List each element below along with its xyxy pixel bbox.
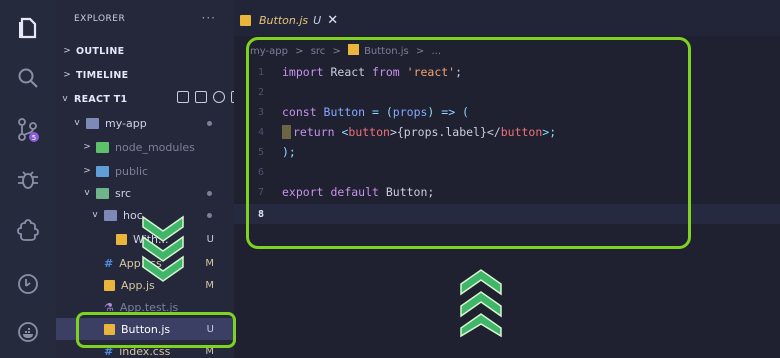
modified-badge: M <box>205 257 214 269</box>
svg-text:5: 5 <box>32 134 36 142</box>
timeline-title: TIMELINE <box>76 69 129 81</box>
explorer-sidebar: EXPLORER ··· > OUTLINE > TIMELINE v REAC… <box>56 0 243 358</box>
outline-title: OUTLINE <box>76 45 125 57</box>
activity-bar: 5 <box>0 0 56 358</box>
search-icon[interactable] <box>14 64 42 92</box>
modified-dot-icon <box>207 190 212 196</box>
chevron-down-icon: v <box>92 210 98 220</box>
docker-icon[interactable] <box>14 318 42 346</box>
outline-section[interactable]: > OUTLINE <box>56 40 234 62</box>
chevron-down-icon: v <box>84 188 90 198</box>
js-file-icon <box>104 279 115 291</box>
tree-item-src[interactable]: v src <box>56 182 234 204</box>
tab-bar: Button.js U ✕ <box>234 0 780 36</box>
chevrons-up-icon <box>460 269 502 338</box>
tree-item-label: public <box>115 164 149 178</box>
tree-item-label: src <box>115 186 132 200</box>
tree-item-my-app[interactable]: v my-app <box>56 112 234 134</box>
new-file-icon[interactable] <box>177 91 189 103</box>
extensions-icon[interactable] <box>14 216 42 244</box>
refresh-icon[interactable] <box>213 91 225 103</box>
tab-title: Button.js <box>259 13 309 27</box>
chevron-right-icon: > <box>83 166 91 176</box>
modified-dot-icon <box>207 120 212 126</box>
chevron-right-icon: > <box>83 142 91 152</box>
js-file-icon <box>240 14 251 26</box>
js-file-icon <box>116 233 127 245</box>
tab-button-js[interactable]: Button.js U ✕ <box>240 8 338 32</box>
tree-item-label: my-app <box>105 116 147 130</box>
project-title: REACT T1 <box>74 93 128 105</box>
untracked-badge: U <box>206 233 214 245</box>
explorer-title: EXPLORER <box>74 14 126 24</box>
tree-item-node-modules[interactable]: > node_modules <box>56 136 234 158</box>
modified-dot-icon <box>207 212 212 218</box>
timeline-section[interactable]: > TIMELINE <box>56 64 234 86</box>
folder-icon <box>96 165 109 177</box>
folder-icon <box>86 117 99 129</box>
code-highlight-box <box>246 37 691 249</box>
css-file-icon: # <box>104 256 114 270</box>
remote-icon[interactable] <box>14 270 42 298</box>
chevron-down-icon: v <box>62 94 68 104</box>
source-control-icon[interactable]: 5 <box>14 116 42 144</box>
selected-file-highlight-box <box>76 312 236 348</box>
modified-badge: M <box>205 279 214 291</box>
close-icon[interactable]: ✕ <box>327 13 338 28</box>
chevron-right-icon: > <box>63 46 71 56</box>
folder-icon <box>96 187 109 199</box>
debug-icon[interactable] <box>14 166 42 194</box>
tree-item-label: node_modules <box>115 140 195 154</box>
tab-status: U <box>313 13 322 27</box>
folder-icon <box>96 141 109 153</box>
more-actions-icon[interactable]: ··· <box>202 11 216 25</box>
chevron-right-icon: > <box>63 70 71 80</box>
tree-item-public[interactable]: > public <box>56 160 234 182</box>
new-folder-icon[interactable] <box>195 91 207 103</box>
chevron-down-icon: v <box>74 118 80 128</box>
folder-icon <box>104 209 117 221</box>
chevrons-down-icon <box>142 215 184 282</box>
explorer-icon[interactable] <box>14 14 42 42</box>
